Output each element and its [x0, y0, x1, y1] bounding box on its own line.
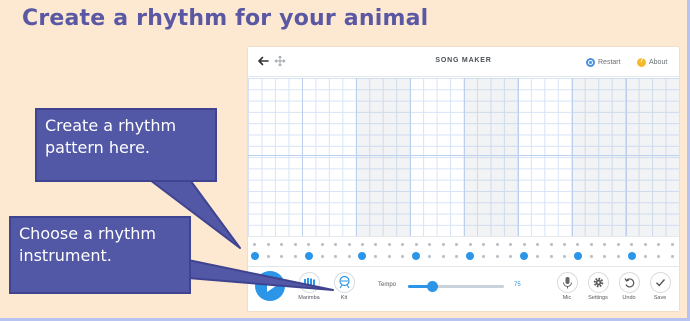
- instrument-callout: Choose a rhythm instrument.: [9, 216, 191, 294]
- instrument-callout-pointer: [187, 259, 334, 291]
- rhythm-callout: Create a rhythm pattern here.: [35, 108, 217, 182]
